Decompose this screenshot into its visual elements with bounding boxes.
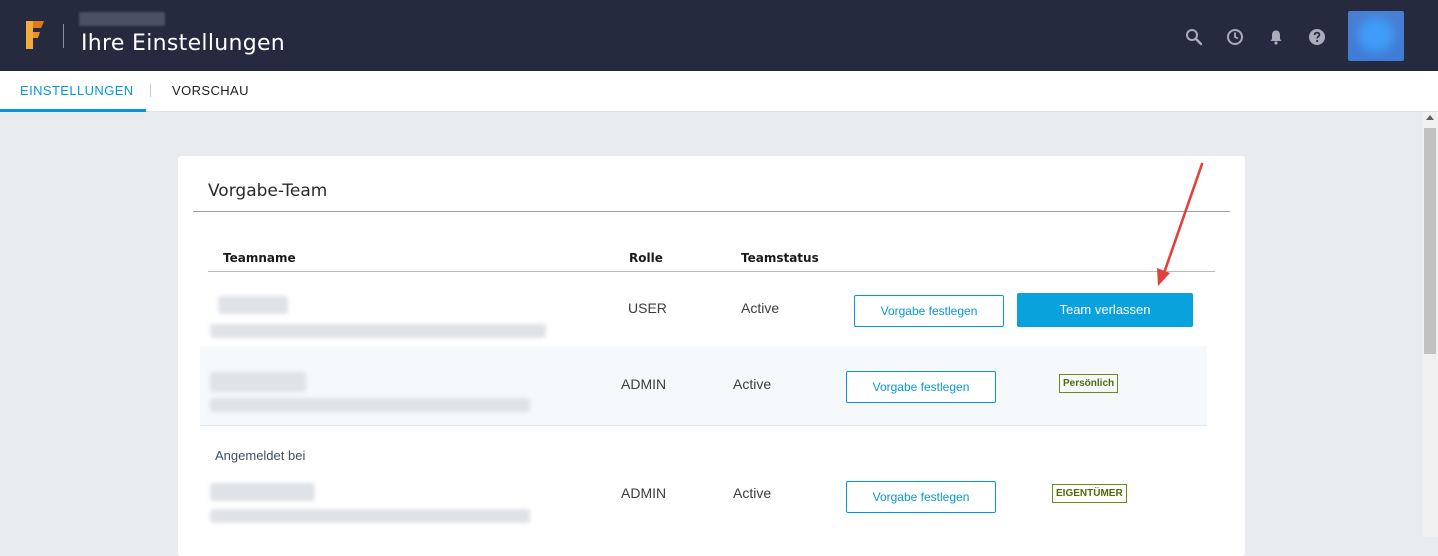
section-title: Vorgabe-Team (208, 181, 328, 201)
app-header: Ihre Einstellungen (0, 0, 1438, 71)
tab-bar: EINSTELLUNGEN VORSCHAU (0, 71, 1438, 112)
row-role: USER (628, 300, 667, 316)
tab-vorschau[interactable]: VORSCHAU (172, 83, 249, 98)
page-title: Ihre Einstellungen (81, 31, 286, 56)
user-avatar[interactable] (1348, 11, 1404, 61)
bell-icon[interactable] (1267, 28, 1285, 46)
blurred-team-name (210, 483, 315, 501)
search-icon[interactable] (1185, 28, 1203, 46)
annotation-arrow-icon (1157, 162, 1204, 286)
signed-in-label: Angemeldet bei (215, 448, 306, 463)
row-status: Active (733, 376, 772, 392)
tab-separator (150, 84, 151, 97)
blurred-team-name (218, 296, 288, 314)
row-status: Active (741, 300, 780, 316)
page-scrollbar[interactable] (1422, 112, 1438, 537)
section-divider (193, 211, 1230, 212)
status-badge: Persönlich (1059, 374, 1119, 393)
scroll-up-arrow-icon[interactable] (1426, 115, 1434, 120)
column-header-rolle: Rolle (629, 251, 663, 265)
app-logo-icon[interactable] (22, 19, 46, 51)
help-icon[interactable] (1308, 28, 1326, 46)
blurred-team-detail (210, 324, 546, 338)
status-badge: EIGENTÜMER (1052, 484, 1127, 503)
row-role: ADMIN (621, 485, 667, 501)
table-row: ADMIN Active Vorgabe festlegen Persönlic… (200, 346, 1207, 426)
blurred-team-detail (210, 398, 530, 412)
default-team-card: Vorgabe-Team Teamname Rolle Teamstatus U… (178, 156, 1245, 556)
table-row: USER Active Vorgabe festlegen Team verla… (200, 272, 1207, 346)
active-tab-indicator (0, 109, 146, 112)
set-default-button[interactable]: Vorgabe festlegen (854, 295, 1004, 327)
set-default-button[interactable]: Vorgabe festlegen (846, 371, 996, 403)
blurred-team-detail (210, 509, 530, 523)
column-header-teamstatus: Teamstatus (741, 251, 819, 265)
history-icon[interactable] (1226, 28, 1244, 46)
row-status: Active (733, 485, 772, 501)
blurred-breadcrumb (79, 12, 165, 26)
scrollbar-thumb[interactable] (1424, 128, 1436, 354)
leave-team-button[interactable]: Team verlassen (1017, 293, 1193, 327)
tab-einstellungen[interactable]: EINSTELLUNGEN (20, 83, 134, 98)
blurred-team-name (210, 372, 306, 392)
row-role: ADMIN (621, 376, 667, 392)
header-divider (63, 24, 64, 48)
column-header-teamname: Teamname (223, 251, 296, 265)
set-default-button[interactable]: Vorgabe festlegen (846, 481, 996, 513)
